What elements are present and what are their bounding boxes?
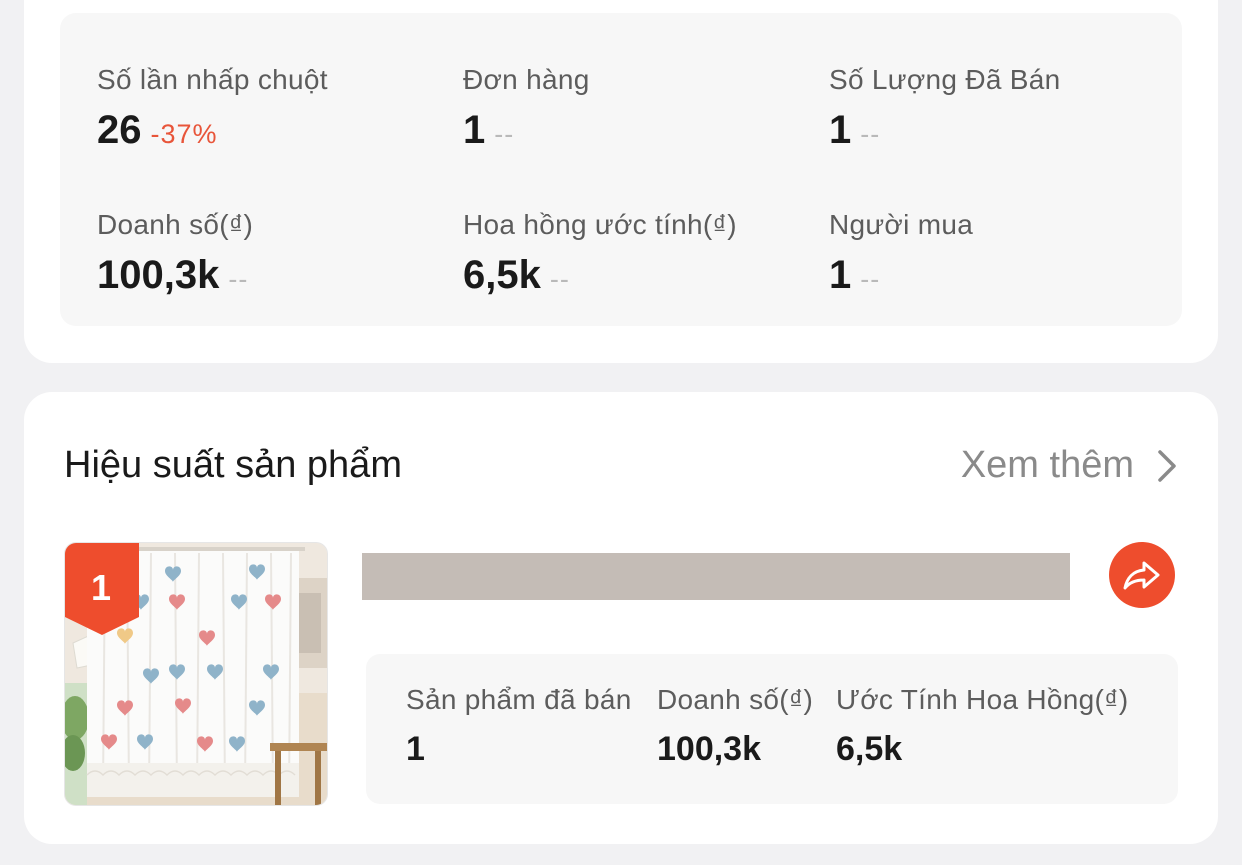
stat-value: 6,5k xyxy=(463,253,541,297)
stats-panel: Số lần nhấp chuột 26 -37% Đơn hàng 1 -- … xyxy=(60,13,1182,326)
rank-number: 1 xyxy=(90,567,112,608)
stat-change: -- xyxy=(549,264,570,294)
stat-value: 26 xyxy=(97,108,142,152)
stat-value-row: 1 -- xyxy=(829,253,880,298)
stat-value: 1 xyxy=(829,253,852,297)
stat-value-row: 1 -- xyxy=(463,108,514,153)
chevron-right-icon xyxy=(1158,449,1176,482)
metric-value: 100,3k xyxy=(657,730,761,768)
stat-change: -- xyxy=(860,264,881,294)
stat-change: -- xyxy=(860,119,881,149)
product-performance-card: Hiệu suất sản phẩm Xem thêm 1 Sản phẩm đ… xyxy=(24,392,1218,844)
section-title: Hiệu suất sản phẩm xyxy=(64,444,402,486)
metric-label: Doanh số(₫) xyxy=(657,684,814,715)
product-image[interactable]: 1 xyxy=(64,542,328,806)
metric-value: 1 xyxy=(406,730,425,768)
stat-value: 100,3k xyxy=(97,253,220,297)
see-more-label: Xem thêm xyxy=(960,444,1134,486)
stat-change: -- xyxy=(494,119,515,149)
stat-value-row: 100,3k -- xyxy=(97,253,248,298)
product-metrics-panel: Sản phẩm đã bán 1 Doanh số(₫) 100,3k Ước… xyxy=(366,654,1178,804)
stat-label: Số lần nhấp chuột xyxy=(97,64,328,95)
stat-label: Hoa hồng ước tính(₫) xyxy=(463,209,737,240)
stat-value: 1 xyxy=(463,108,486,152)
stat-label: Doanh số(₫) xyxy=(97,209,254,240)
metric-estimated-commission: Ước Tính Hoa Hồng(₫) 6,5k xyxy=(836,684,1128,769)
metric-label: Ước Tính Hoa Hồng(₫) xyxy=(836,684,1129,715)
stat-value-row: 1 -- xyxy=(829,108,880,153)
share-button[interactable] xyxy=(1109,542,1175,608)
stat-value-row: 6,5k -- xyxy=(463,253,570,298)
stat-label: Người mua xyxy=(829,209,974,240)
stat-label: Đơn hàng xyxy=(463,64,590,95)
stat-label: Số Lượng Đã Bán xyxy=(829,64,1061,95)
metric-revenue: Doanh số(₫) 100,3k xyxy=(657,684,813,769)
product-name-redacted xyxy=(362,553,1070,600)
see-more-link[interactable]: Xem thêm xyxy=(961,444,1178,487)
metric-label: Sản phẩm đã bán xyxy=(406,684,632,715)
stat-change: -37% xyxy=(150,119,218,149)
metric-items-sold: Sản phẩm đã bán 1 xyxy=(406,684,632,769)
metric-value: 6,5k xyxy=(836,730,903,768)
stat-value: 1 xyxy=(829,108,852,152)
share-icon xyxy=(1123,561,1160,590)
stats-card: Số lần nhấp chuột 26 -37% Đơn hàng 1 -- … xyxy=(24,0,1218,363)
stat-value-row: 26 -37% xyxy=(97,108,218,153)
stat-change: -- xyxy=(228,264,249,294)
